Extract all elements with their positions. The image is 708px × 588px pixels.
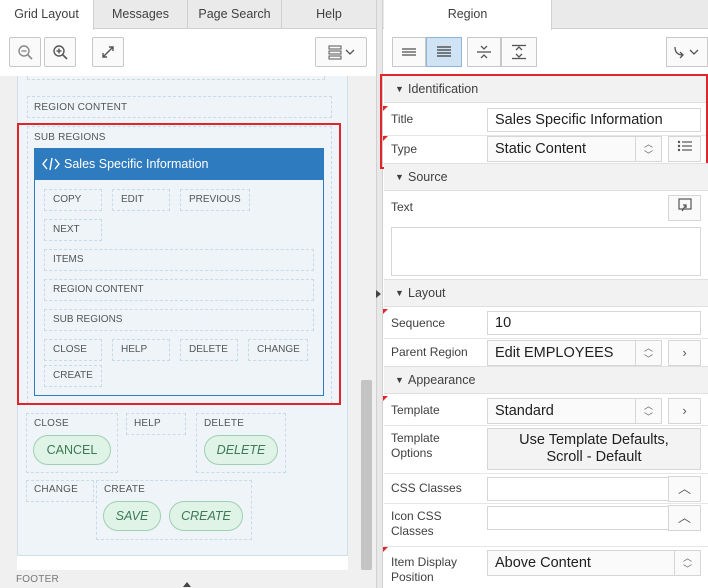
row-divider xyxy=(384,473,708,474)
page-body-bottom-edge xyxy=(17,555,348,570)
icon-css-classes-label: Icon CSS Classes xyxy=(391,509,442,538)
chevron-up-icon: ︿ xyxy=(677,510,691,525)
required-marker xyxy=(383,396,388,401)
zoom-out-icon xyxy=(18,45,33,60)
row-divider xyxy=(384,546,708,547)
delete-position-label: DELETE xyxy=(204,418,245,429)
required-marker xyxy=(383,547,388,552)
text-area[interactable] xyxy=(391,227,701,276)
section-source[interactable]: ▼ Source xyxy=(384,163,708,191)
parent-region-select[interactable]: Edit EMPLOYEES ︿ ﹀ xyxy=(487,340,662,366)
template-options-label: Template Options xyxy=(391,431,440,460)
cancel-button[interactable]: CANCEL xyxy=(33,435,111,465)
parent-region-label: Parent Region xyxy=(391,345,468,359)
template-value: Standard xyxy=(495,403,554,419)
parent-region-goto-button[interactable]: › xyxy=(668,340,701,366)
collapse-triangle-icon: ▼ xyxy=(395,375,404,385)
icon-css-classes-input[interactable] xyxy=(487,506,669,530)
display-menu-button[interactable] xyxy=(315,37,367,67)
template-options-button[interactable]: Use Template Defaults, Scroll - Default xyxy=(487,428,701,470)
css-classes-expand-button[interactable]: ︿ xyxy=(668,476,701,502)
tab-region[interactable]: Region xyxy=(384,0,552,30)
collapse-triangle-icon: ▼ xyxy=(395,288,404,298)
region-content-label: REGION CONTENT xyxy=(34,102,128,113)
section-source-label: Source xyxy=(408,170,448,184)
updown-icon: ︿ ﹀ xyxy=(635,399,661,423)
identification-highlight xyxy=(380,74,708,169)
section-layout[interactable]: ▼ Layout xyxy=(384,279,708,307)
parent-region-value: Edit EMPLOYEES xyxy=(495,345,614,361)
text-editor-button[interactable] xyxy=(668,195,701,221)
template-label: Template xyxy=(391,403,440,417)
go-to-group-button[interactable] xyxy=(666,37,708,67)
chevron-right-icon: › xyxy=(682,345,687,360)
sub-regions-highlight xyxy=(17,123,341,405)
redirect-arrow-icon xyxy=(674,46,699,59)
zoom-out-button[interactable] xyxy=(9,37,41,67)
css-classes-input[interactable] xyxy=(487,477,669,501)
row-divider xyxy=(384,503,708,504)
delete-button[interactable]: DELETE xyxy=(204,435,278,465)
compact-lines-icon xyxy=(402,48,416,56)
help-position-label: HELP xyxy=(134,418,161,429)
chevron-up-icon: ︿ xyxy=(677,481,691,496)
section-layout-label: Layout xyxy=(408,286,446,300)
template-select[interactable]: Standard ︿ ﹀ xyxy=(487,398,662,424)
grid-layout-pane: Grid Layout Messages Page Search Help RE… xyxy=(0,0,376,588)
zoom-in-button[interactable] xyxy=(44,37,76,67)
item-display-position-label: Item Display Position xyxy=(391,555,458,584)
sequence-input[interactable]: 10 xyxy=(487,311,701,335)
footer-label: FOOTER xyxy=(16,574,59,585)
collapse-triangle-icon: ▼ xyxy=(395,172,404,182)
text-label: Text xyxy=(391,200,414,214)
scrollbar-thumb[interactable] xyxy=(361,380,372,570)
collapse-bottom-icon[interactable] xyxy=(183,582,191,587)
item-display-position-select[interactable]: Above Content ︿ ﹀ xyxy=(487,550,701,576)
zoom-in-icon xyxy=(53,45,68,60)
show-all-button[interactable] xyxy=(426,37,462,67)
create-position-label: CREATE xyxy=(104,484,146,495)
expand-button[interactable] xyxy=(92,37,124,67)
splitter-arrow-icon[interactable] xyxy=(376,290,381,298)
save-button[interactable]: SAVE xyxy=(103,501,161,531)
chevron-right-icon: › xyxy=(682,403,687,418)
icon-css-expand-button[interactable]: ︿ xyxy=(668,505,701,531)
collapse-icon xyxy=(477,45,491,59)
change-position-label: CHANGE xyxy=(34,484,78,495)
css-classes-label: CSS Classes xyxy=(391,481,462,495)
template-goto-button[interactable]: › xyxy=(668,398,701,424)
previous-region-slot xyxy=(27,76,325,80)
collapse-all-button[interactable] xyxy=(467,37,501,67)
item-display-position-value: Above Content xyxy=(495,555,591,571)
sequence-label: Sequence xyxy=(391,316,446,330)
expand-all-button[interactable] xyxy=(501,37,537,67)
section-appearance-label: Appearance xyxy=(408,373,476,387)
open-editor-icon xyxy=(677,198,692,212)
list-menu-icon xyxy=(328,45,355,60)
close-position-label: CLOSE xyxy=(34,418,69,429)
expand-icon xyxy=(102,46,114,58)
section-appearance[interactable]: ▼ Appearance xyxy=(384,366,708,394)
row-divider xyxy=(384,425,708,426)
updown-icon: ︿ ﹀ xyxy=(635,341,661,365)
tab-page-search[interactable]: Page Search xyxy=(188,0,282,29)
updown-icon: ︿ ﹀ xyxy=(674,551,700,575)
all-lines-icon xyxy=(437,46,451,57)
tab-help[interactable]: Help xyxy=(282,0,376,29)
tab-messages[interactable]: Messages xyxy=(94,0,188,29)
row-divider xyxy=(384,338,708,339)
create-button[interactable]: CREATE xyxy=(169,501,243,531)
show-common-button[interactable] xyxy=(392,37,426,67)
required-marker xyxy=(383,309,388,314)
expand-sections-icon xyxy=(512,44,526,60)
tab-grid-layout[interactable]: Grid Layout xyxy=(0,0,94,30)
left-tab-bar: Grid Layout Messages Page Search Help xyxy=(0,0,376,30)
